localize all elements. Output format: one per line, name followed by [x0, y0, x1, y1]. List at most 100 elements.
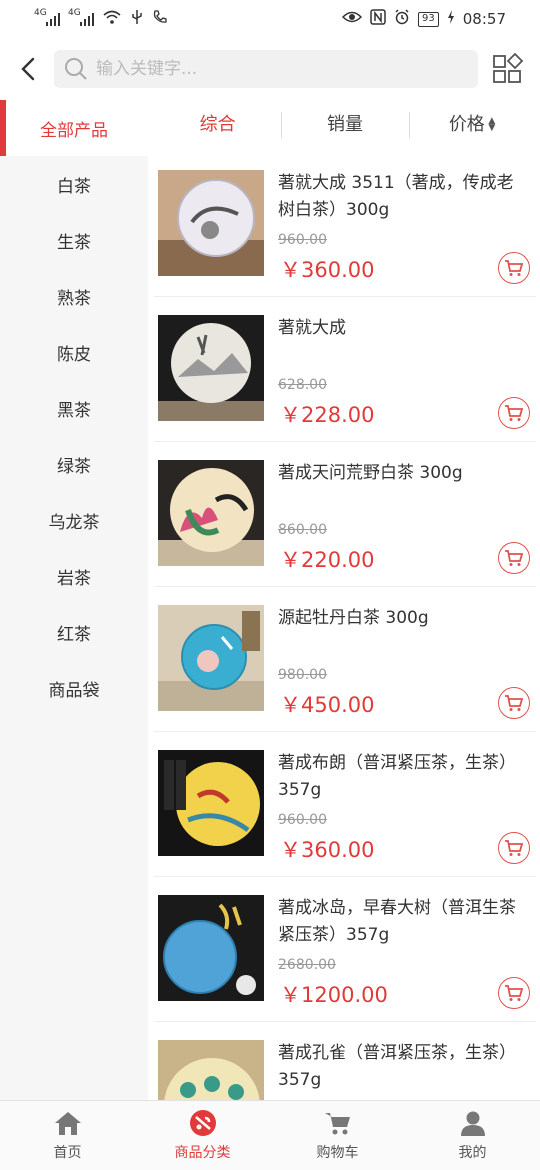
sort-tab-general[interactable]: 综合: [154, 100, 281, 150]
product-original-price: 960.00: [278, 812, 327, 828]
tab-cart[interactable]: 购物车: [270, 1101, 405, 1170]
product-image: [158, 605, 264, 711]
eye-icon: [341, 10, 363, 28]
sidebar-item-label: 红茶: [57, 624, 91, 645]
sort-tab-sales[interactable]: 销量: [281, 100, 408, 150]
tab-profile-label: 我的: [458, 1145, 487, 1161]
product-price: ￥360.00: [280, 838, 375, 862]
sidebar-item-all[interactable]: 全部产品: [0, 100, 148, 156]
product-original-price: 860.00: [278, 522, 327, 538]
sidebar-item-white-tea[interactable]: 白茶: [0, 156, 148, 212]
sidebar-item-label: 全部产品: [40, 120, 108, 141]
category-sidebar: 全部产品 白茶 生茶 熟茶 陈皮 黑茶 绿茶 乌龙茶 岩茶 红茶 商品袋: [0, 100, 148, 1100]
product-name: 著成冰岛，早春大树（普洱生茶紧压茶）357g: [278, 898, 516, 945]
sidebar-item-ripe-tea[interactable]: 熟茶: [0, 268, 148, 324]
sidebar-item-oolong[interactable]: 乌龙茶: [0, 492, 148, 548]
product-original-price: 980.00: [278, 667, 327, 683]
sidebar-item-black-tea[interactable]: 红茶: [0, 604, 148, 660]
user-icon: [459, 1109, 487, 1137]
network-type-label: 4G: [34, 8, 47, 18]
sidebar-item-label: 陈皮: [57, 344, 91, 365]
product-price: ￥360.00: [280, 258, 375, 282]
product-card[interactable]: 著成冰岛，早春大树（普洱生茶紧压茶）357g 2680.00 ￥1200.00: [154, 877, 536, 1022]
sidebar-item-label: 商品袋: [48, 680, 100, 701]
product-name: 著成布朗（普洱紧压茶，生茶） 357g: [278, 753, 516, 800]
category-icon: [189, 1109, 217, 1137]
tab-categories[interactable]: 商品分类: [135, 1101, 270, 1170]
product-price: ￥228.00: [280, 403, 375, 427]
add-to-cart-button[interactable]: [498, 252, 530, 284]
product-card[interactable]: 著成孔雀（普洱紧压茶，生茶） 357g: [154, 1022, 536, 1100]
sidebar-item-label: 绿茶: [57, 456, 91, 477]
cart-icon: [505, 550, 524, 566]
add-to-cart-button[interactable]: [498, 687, 530, 719]
product-image: [158, 460, 264, 566]
product-original-price: 960.00: [278, 232, 327, 248]
bottom-tab-bar: 首页 商品分类 购物车 我的: [0, 1100, 540, 1170]
product-name: 著成孔雀（普洱紧压茶，生茶） 357g: [278, 1043, 516, 1090]
sidebar-item-label: 乌龙茶: [48, 512, 100, 533]
chevron-left-icon: [21, 57, 35, 81]
tab-home-label: 首页: [53, 1145, 82, 1161]
product-name: 著就大成 3511（著成，传成老树白茶）300g: [278, 173, 514, 220]
signal-icon: 4G: [68, 8, 94, 26]
status-bar: 4G 4G 93 08:57: [0, 0, 540, 38]
search-input[interactable]: [96, 59, 456, 79]
product-card[interactable]: 著成天问荒野白茶 300g 860.00 ￥220.00: [154, 442, 536, 587]
product-card[interactable]: 著成布朗（普洱紧压茶，生茶） 357g 960.00 ￥360.00: [154, 732, 536, 877]
add-to-cart-button[interactable]: [498, 977, 530, 1009]
search-box[interactable]: [54, 50, 478, 88]
product-original-price: 2680.00: [278, 957, 336, 973]
sidebar-item-dark-tea[interactable]: 黑茶: [0, 380, 148, 436]
sidebar-item-label: 岩茶: [57, 568, 91, 589]
alarm-icon: [394, 9, 410, 29]
tab-categories-label: 商品分类: [174, 1145, 231, 1161]
cart-icon: [505, 405, 524, 421]
product-list: 著就大成 3511（著成，传成老树白茶）300g 960.00 ￥360.00 …: [154, 152, 536, 1100]
sidebar-item-green-tea[interactable]: 绿茶: [0, 436, 148, 492]
clock-time: 08:57: [462, 10, 506, 28]
sort-arrows-icon: ▲ ▼: [488, 116, 496, 133]
product-card[interactable]: 著就大成 3511（著成，传成老树白茶）300g 960.00 ￥360.00: [154, 152, 536, 297]
tab-cart-label: 购物车: [316, 1145, 359, 1161]
product-name: 著就大成: [278, 318, 346, 338]
sidebar-item-raw-tea[interactable]: 生茶: [0, 212, 148, 268]
cart-icon: [505, 840, 524, 856]
back-button[interactable]: [10, 49, 46, 89]
sidebar-item-label: 熟茶: [57, 288, 91, 309]
product-image: [158, 750, 264, 856]
add-to-cart-button[interactable]: [498, 397, 530, 429]
tab-profile[interactable]: 我的: [405, 1101, 540, 1170]
sidebar-item-label: 黑茶: [57, 400, 91, 421]
add-to-cart-button[interactable]: [498, 542, 530, 574]
product-name: 源起牡丹白茶 300g: [278, 608, 429, 628]
shopping-cart-icon: [324, 1109, 352, 1137]
grid-view-button[interactable]: [490, 49, 526, 89]
product-price: ￥220.00: [280, 548, 375, 572]
sidebar-item-rock-tea[interactable]: 岩茶: [0, 548, 148, 604]
grid-icon: [493, 53, 524, 83]
cart-icon: [505, 985, 524, 1001]
sidebar-item-label: 白茶: [57, 176, 91, 197]
product-card[interactable]: 著就大成 628.00 ￥228.00: [154, 297, 536, 442]
product-image: [158, 170, 264, 276]
home-icon: [54, 1109, 82, 1137]
product-original-price: 628.00: [278, 377, 327, 393]
charging-icon: [447, 10, 455, 28]
status-left: 4G 4G: [34, 8, 168, 29]
product-card[interactable]: 源起牡丹白茶 300g 980.00 ￥450.00: [154, 587, 536, 732]
sort-tab-price[interactable]: 价格 ▲ ▼: [408, 100, 536, 150]
battery-icon: 93: [418, 11, 439, 27]
sort-bar: 综合 销量 价格 ▲ ▼: [154, 100, 536, 150]
sort-tab-price-label: 价格: [448, 114, 485, 135]
product-price: ￥1200.00: [280, 983, 388, 1007]
product-image: [158, 895, 264, 1001]
sidebar-item-tangerine-peel[interactable]: 陈皮: [0, 324, 148, 380]
product-image: [158, 315, 264, 421]
product-image: [158, 1040, 264, 1100]
network-type-label: 4G: [68, 8, 81, 18]
sidebar-item-bags[interactable]: 商品袋: [0, 660, 148, 716]
call-icon: [152, 9, 168, 29]
tab-home[interactable]: 首页: [0, 1101, 135, 1170]
add-to-cart-button[interactable]: [498, 832, 530, 864]
